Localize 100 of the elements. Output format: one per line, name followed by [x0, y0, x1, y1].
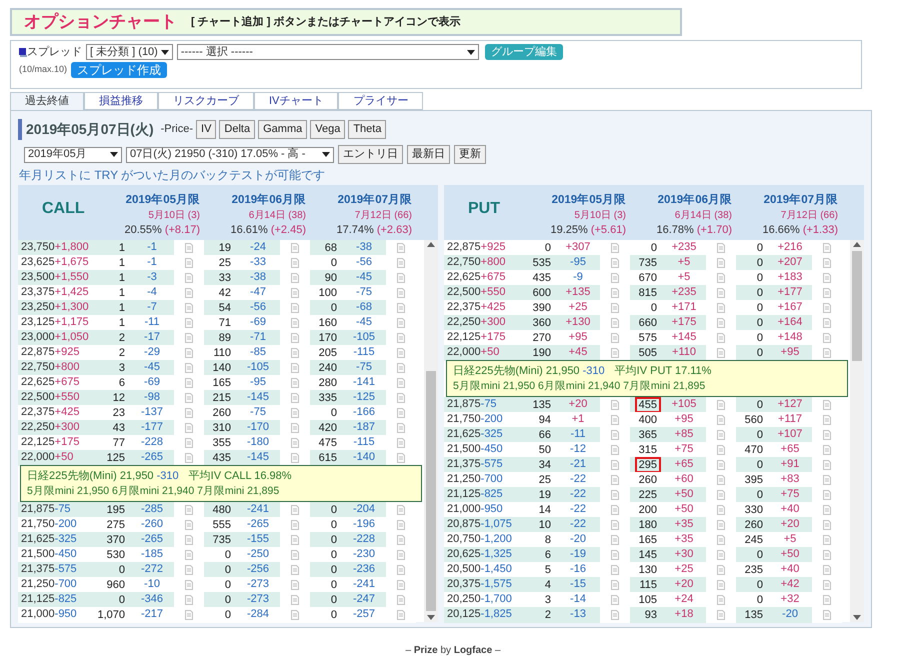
document-icon[interactable] [611, 490, 619, 500]
document-icon[interactable] [185, 258, 193, 268]
document-icon[interactable] [611, 610, 619, 620]
document-icon[interactable] [823, 318, 831, 328]
document-icon[interactable] [397, 453, 405, 463]
document-icon[interactable] [397, 393, 405, 403]
document-icon[interactable] [717, 318, 725, 328]
document-icon[interactable] [185, 408, 193, 418]
document-icon[interactable] [611, 580, 619, 590]
month-select[interactable]: 2019年05月 [24, 146, 122, 162]
tab[interactable]: リスクカーブ [158, 92, 254, 110]
document-icon[interactable] [717, 475, 725, 485]
document-icon[interactable] [611, 565, 619, 575]
document-icon[interactable] [823, 550, 831, 560]
document-icon[interactable] [823, 288, 831, 298]
action-button[interactable]: エントリ日 [338, 145, 403, 164]
document-icon[interactable] [611, 520, 619, 530]
document-icon[interactable] [717, 333, 725, 343]
document-icon[interactable] [823, 610, 831, 620]
document-icon[interactable] [611, 243, 619, 253]
document-icon[interactable] [717, 303, 725, 313]
document-icon[interactable] [397, 550, 405, 560]
document-icon[interactable] [823, 258, 831, 268]
document-icon[interactable] [291, 565, 299, 575]
spread-select[interactable]: ------ 選択 ------ [176, 44, 479, 60]
scrollbar[interactable] [424, 240, 438, 622]
document-icon[interactable] [185, 565, 193, 575]
document-icon[interactable] [611, 303, 619, 313]
document-icon[interactable] [611, 258, 619, 268]
scroll-down-icon[interactable] [427, 615, 435, 620]
document-icon[interactable] [291, 423, 299, 433]
scrollbar-thumb[interactable] [426, 371, 436, 611]
document-icon[interactable] [291, 595, 299, 605]
document-icon[interactable] [611, 430, 619, 440]
metric-button[interactable]: Delta [219, 120, 256, 139]
document-icon[interactable] [397, 348, 405, 358]
document-icon[interactable] [185, 273, 193, 283]
document-icon[interactable] [611, 445, 619, 455]
document-icon[interactable] [823, 580, 831, 590]
document-icon[interactable] [397, 580, 405, 590]
document-icon[interactable] [611, 348, 619, 358]
document-icon[interactable] [291, 273, 299, 283]
document-icon[interactable] [185, 505, 193, 515]
document-icon[interactable] [717, 610, 725, 620]
metric-button[interactable]: Theta [348, 120, 386, 139]
metric-button[interactable]: Gamma [258, 120, 308, 139]
document-icon[interactable] [717, 273, 725, 283]
document-icon[interactable] [291, 408, 299, 418]
document-icon[interactable] [291, 333, 299, 343]
document-icon[interactable] [717, 535, 725, 545]
document-icon[interactable] [291, 258, 299, 268]
document-icon[interactable] [185, 303, 193, 313]
document-icon[interactable] [611, 505, 619, 515]
tab[interactable]: IVチャート [254, 92, 338, 110]
document-icon[interactable] [185, 363, 193, 373]
document-icon[interactable] [717, 348, 725, 358]
document-icon[interactable] [397, 423, 405, 433]
document-icon[interactable] [397, 595, 405, 605]
document-icon[interactable] [185, 610, 193, 620]
document-icon[interactable] [397, 318, 405, 328]
document-icon[interactable] [611, 318, 619, 328]
document-icon[interactable] [397, 378, 405, 388]
document-icon[interactable] [611, 333, 619, 343]
document-icon[interactable] [823, 348, 831, 358]
document-icon[interactable] [291, 243, 299, 253]
document-icon[interactable] [291, 453, 299, 463]
document-icon[interactable] [397, 520, 405, 530]
document-icon[interactable] [717, 430, 725, 440]
document-icon[interactable] [185, 348, 193, 358]
document-icon[interactable] [185, 550, 193, 560]
tab[interactable]: 過去終値 [10, 92, 84, 110]
document-icon[interactable] [717, 288, 725, 298]
create-spread-button[interactable]: スプレッド作成 [71, 62, 168, 78]
tab[interactable]: プライサー [338, 92, 424, 110]
document-icon[interactable] [611, 400, 619, 410]
document-icon[interactable] [823, 415, 831, 425]
document-icon[interactable] [185, 580, 193, 590]
document-icon[interactable] [823, 535, 831, 545]
document-icon[interactable] [185, 333, 193, 343]
document-icon[interactable] [291, 520, 299, 530]
document-icon[interactable] [185, 288, 193, 298]
document-icon[interactable] [185, 318, 193, 328]
document-icon[interactable] [291, 318, 299, 328]
action-button[interactable]: 最新日 [407, 145, 450, 164]
document-icon[interactable] [397, 243, 405, 253]
document-icon[interactable] [717, 490, 725, 500]
document-icon[interactable] [291, 505, 299, 515]
document-icon[interactable] [397, 273, 405, 283]
document-icon[interactable] [717, 243, 725, 253]
document-icon[interactable] [611, 535, 619, 545]
document-icon[interactable] [823, 520, 831, 530]
document-icon[interactable] [185, 535, 193, 545]
document-icon[interactable] [611, 475, 619, 485]
document-icon[interactable] [185, 378, 193, 388]
document-icon[interactable] [717, 550, 725, 560]
document-icon[interactable] [823, 445, 831, 455]
metric-button[interactable]: Vega [310, 120, 346, 139]
scroll-up-icon[interactable] [853, 242, 861, 247]
scrollbar-thumb[interactable] [852, 251, 862, 361]
document-icon[interactable] [823, 490, 831, 500]
